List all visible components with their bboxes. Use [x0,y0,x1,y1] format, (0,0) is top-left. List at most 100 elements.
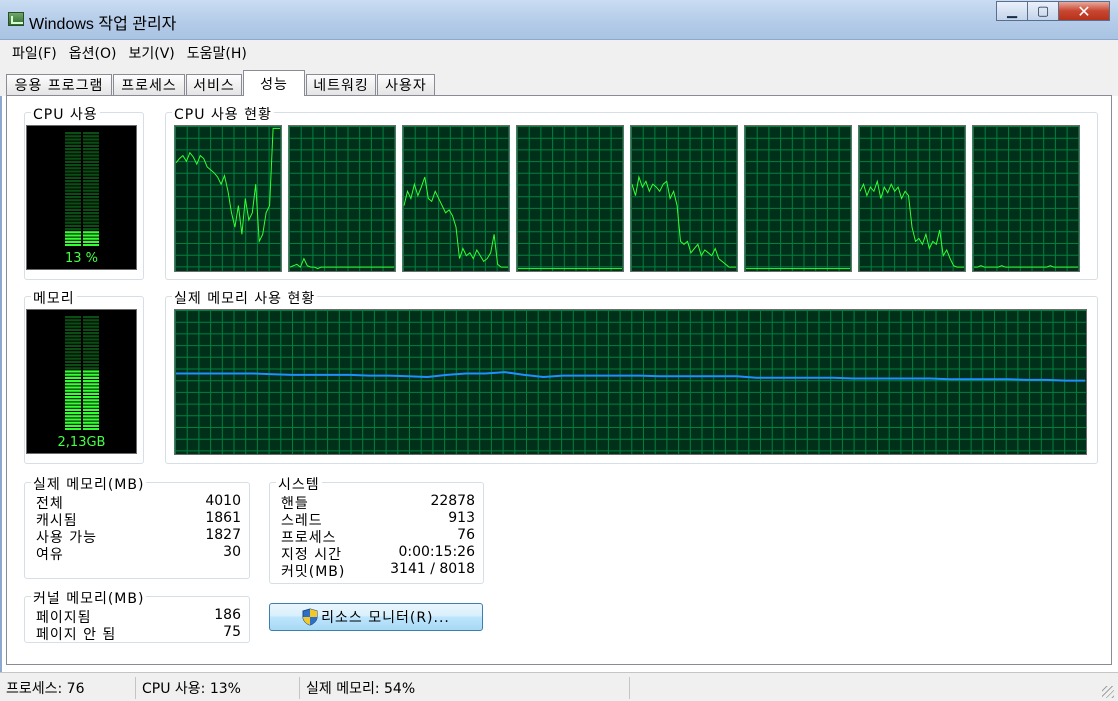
meter-segment [83,202,99,205]
tab-strip: 응용 프로그램 프로세스 서비스 성능 네트워킹 사용자 [0,66,1118,96]
meter-segment [65,396,81,399]
tab-services[interactable]: 서비스 [186,74,242,95]
meter-segment [65,418,81,421]
tab-performance[interactable]: 성능 [243,70,305,96]
window-border [0,40,2,701]
meter-segment [65,138,81,141]
meter-segment [65,186,81,189]
cpu-core-chart [973,126,1079,271]
stat-row-commit: 커밋(MB) 3141 / 8018 [281,561,475,581]
meter-segment [65,141,81,144]
meter-segment [83,144,99,147]
meter-segment [83,376,99,379]
graph-background [859,126,965,271]
meter-segment [83,215,99,218]
meter-segment [65,208,81,211]
meter-segment [83,138,99,141]
meter-segment [65,218,81,221]
meter-segment [83,244,99,247]
meter-segment [83,192,99,195]
meter-segment [83,157,99,160]
meter-segment [65,405,81,408]
meter-segment [83,196,99,199]
system-label: 시스템 [276,474,322,494]
meter-segment [83,176,99,179]
stat-value: 75 [223,624,241,640]
title-bar: Windows 작업 관리자 ▁ ▢ ✕ [0,0,1118,40]
meter-segment [83,392,99,395]
meter-segment [83,183,99,186]
uac-shield-icon [302,608,318,626]
meter-segment [83,360,99,363]
cpu-core-chart [745,126,851,271]
meter-segment [65,415,81,418]
stat-row-free: 여유 30 [36,544,241,564]
meter-segment [83,199,99,202]
meter-segment [83,208,99,211]
meter-segment [83,132,99,135]
tab-users[interactable]: 사용자 [377,74,435,95]
meter-segment [65,154,81,157]
meter-segment [65,173,81,176]
meter-segment [65,389,81,392]
cpu-usage-value: 13 % [64,251,99,266]
menu-options[interactable]: 옵션(O) [63,43,123,63]
meter-segment [65,376,81,379]
graph-background [745,126,851,271]
meter-segment [83,234,99,237]
meter-segment [65,344,81,347]
meter-segment [65,212,81,215]
meter-segment [83,367,99,370]
maximize-button[interactable]: ▢ [1027,1,1059,21]
close-button[interactable]: ✕ [1058,1,1110,21]
meter-segment [83,186,99,189]
graph-background [517,126,623,271]
cpu-usage-meter: 13 % [26,125,137,270]
meter-segment [83,141,99,144]
window-title: Windows 작업 관리자 [29,16,177,33]
meter-segment [83,373,99,376]
menu-file[interactable]: 파일(F) [6,43,63,63]
meter-segment [83,231,99,234]
meter-segment [65,370,81,373]
meter-segment [83,421,99,424]
meter-segment [83,386,99,389]
meter-segment [65,328,81,331]
meter-segment [65,364,81,367]
meter-segment [83,170,99,173]
meter-segment [83,180,99,183]
menu-view[interactable]: 보기(V) [122,43,180,63]
meter-segment [83,351,99,354]
meter-segment [65,357,81,360]
meter-segment [65,399,81,402]
cpu-core-graph [972,125,1080,272]
tab-applications[interactable]: 응용 프로그램 [6,74,112,95]
menu-help[interactable]: 도움말(H) [181,43,253,63]
cpu-history-label: CPU 사용 현황 [172,104,274,124]
tab-processes[interactable]: 프로세스 [113,74,185,95]
meter-segment [83,418,99,421]
stat-value: 30 [223,544,241,560]
resource-monitor-button[interactable]: 리소스 모니터(R)... [269,603,483,631]
meter-segment [65,424,81,427]
graph-background [175,310,1086,454]
meter-segment [83,173,99,176]
meter-segment [65,237,81,240]
meter-segment [83,164,99,167]
cpu-core-graph [402,125,510,272]
meter-segment [83,396,99,399]
meter-segment [65,202,81,205]
meter-segment [65,164,81,167]
minimize-button[interactable]: ▁ [996,1,1028,21]
cpu-meter-bars [65,132,99,247]
meter-segment [65,205,81,208]
meter-segment [83,325,99,328]
meter-segment [83,154,99,157]
meter-segment [83,415,99,418]
meter-segment [65,360,81,363]
tab-networking[interactable]: 네트워킹 [306,74,376,95]
cpu-core-graph [288,125,396,272]
meter-segment [65,319,81,322]
resize-grip[interactable] [1102,686,1114,698]
memory-history-chart [175,310,1086,454]
